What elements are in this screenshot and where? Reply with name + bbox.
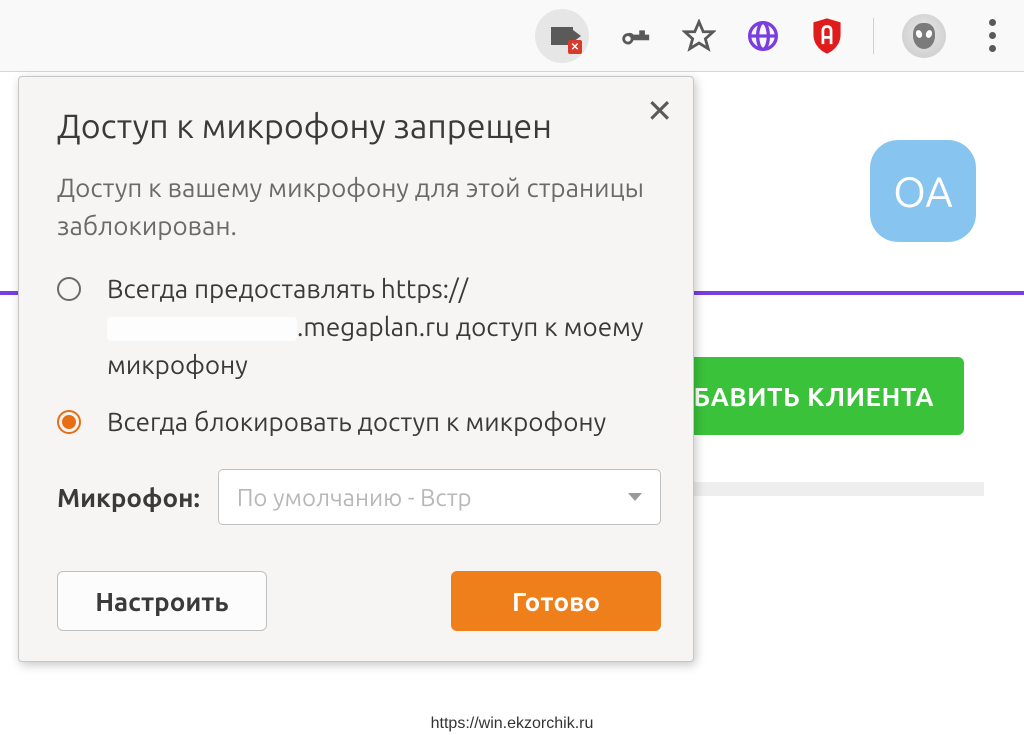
popup-title: Доступ к микрофону запрещен (57, 107, 661, 145)
avatar-initials: OA (893, 168, 952, 215)
radio-icon-selected (57, 410, 81, 434)
key-icon[interactable] (617, 18, 653, 54)
user-avatar[interactable]: OA (870, 140, 976, 242)
popup-subtitle: Доступ к вашему микрофону для этой стран… (57, 169, 661, 244)
add-client-label: БАВИТЬ КЛИЕНТА (693, 382, 934, 411)
radio-option-allow[interactable]: Всегда предоставлять https:// .megaplan.… (57, 270, 661, 383)
radio-label: Всегда предоставлять https:// .megaplan.… (107, 270, 661, 383)
microphone-permission-popup: ✕ Доступ к микрофону запрещен Доступ к в… (18, 76, 694, 662)
popup-button-row: Настроить Готово (57, 571, 661, 631)
section-divider (692, 482, 984, 496)
select-value: По умолчанию - Встр (237, 484, 472, 511)
blocked-badge: ✕ (568, 40, 582, 54)
allow-prefix: Всегда предоставлять https:// (107, 274, 468, 303)
camera-blocked-icon[interactable]: ✕ (535, 9, 589, 63)
manage-button[interactable]: Настроить (57, 571, 267, 631)
done-label: Готово (512, 587, 600, 616)
star-icon[interactable] (681, 18, 717, 54)
browser-toolbar: ✕ (0, 0, 1024, 72)
microphone-select-row: Микрофон: По умолчанию - Встр (57, 469, 661, 525)
radio-option-block[interactable]: Всегда блокировать доступ к микрофону (57, 403, 661, 441)
select-label: Микрофон: (57, 483, 200, 512)
footer-url: https://win.ekzorchik.ru (431, 715, 594, 733)
radio-icon (57, 277, 81, 301)
radio-label: Всегда блокировать доступ к микрофону (107, 403, 606, 441)
adblock-icon[interactable] (809, 18, 845, 54)
redacted-domain (107, 317, 297, 341)
globe-icon[interactable] (745, 18, 781, 54)
toolbar-divider (873, 18, 874, 54)
done-button[interactable]: Готово (451, 571, 661, 631)
profile-avatar-icon[interactable] (902, 14, 946, 58)
menu-dots-icon[interactable] (974, 18, 1010, 54)
microphone-select[interactable]: По умолчанию - Встр (218, 469, 661, 525)
manage-label: Настроить (95, 587, 229, 616)
close-icon[interactable]: ✕ (646, 95, 673, 127)
chevron-down-icon (628, 493, 642, 501)
